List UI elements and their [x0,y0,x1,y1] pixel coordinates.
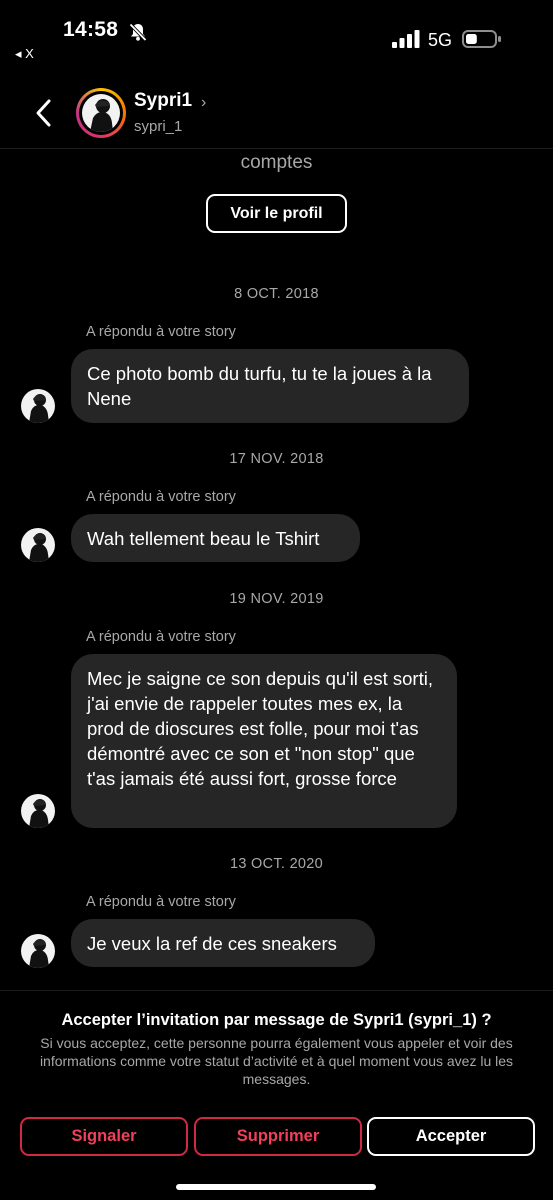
network-type: 5G [428,30,453,50]
header-divider [0,148,553,149]
sender-avatar[interactable] [21,794,55,828]
home-indicator[interactable] [176,1184,376,1190]
invite-divider [0,990,553,991]
message-bubble[interactable]: Ce photo bomb du turfu, tu te la joues à… [71,349,469,423]
date-separator: 17 NOV. 2018 [229,451,324,467]
back-to-app-link[interactable]: ◂ X [15,46,34,62]
date-separator: 19 NOV. 2019 [229,591,324,607]
accept-button[interactable]: Accepter [367,1117,535,1156]
replied-to-story-label: A répondu à votre story [86,324,236,340]
replied-to-story-label: A répondu à votre story [86,489,236,505]
invite-description: Si vous acceptez, cette personne pourra … [39,1035,514,1087]
report-button[interactable]: Signaler [20,1117,188,1156]
replied-to-story-label: A répondu à votre story [86,894,236,910]
date-separator: 13 OCT. 2020 [229,856,324,872]
partial-profile-text: comptes [240,152,313,173]
view-profile-button[interactable]: Voir le profil [206,194,347,233]
bell-muted-icon [129,23,147,42]
cellular-signal-icon [392,30,420,48]
status-time: 14:58 [63,18,119,41]
header-avatar[interactable] [76,88,126,138]
date-separator: 8 OCT. 2018 [234,286,319,302]
sender-avatar[interactable] [21,528,55,562]
header-display-name[interactable]: Sypri1 [134,90,192,112]
header-username: sypri_1 [134,118,183,135]
back-chevron-icon[interactable] [34,98,54,128]
replied-to-story-label: A répondu à votre story [86,629,236,645]
message-bubble[interactable]: Mec je saigne ce son depuis qu'il est so… [71,654,457,828]
invite-title: Accepter l’invitation par message de Syp… [61,1011,492,1029]
sender-avatar[interactable] [21,934,55,968]
chevron-right-icon[interactable]: › [201,94,206,112]
delete-button[interactable]: Supprimer [194,1117,362,1156]
message-bubble[interactable]: Wah tellement beau le Tshirt [71,514,360,562]
sender-avatar[interactable] [21,389,55,423]
battery-icon [462,30,501,48]
message-bubble[interactable]: Je veux la ref de ces sneakers [71,919,375,967]
